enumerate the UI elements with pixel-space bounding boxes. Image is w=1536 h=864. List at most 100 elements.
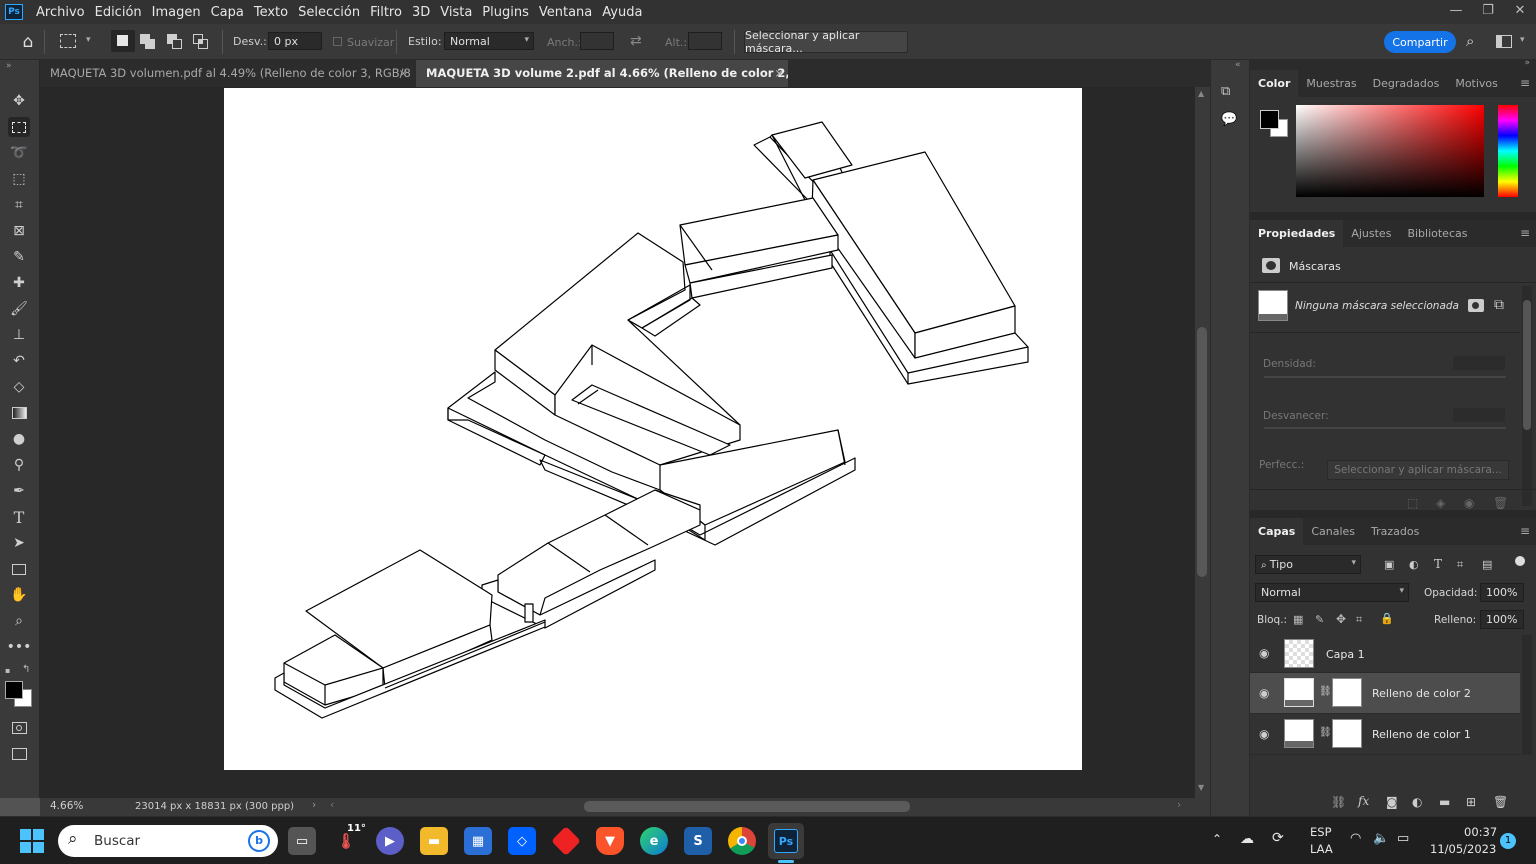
height-input[interactable] [688,32,722,50]
tab-patterns[interactable]: Motivos [1447,70,1506,97]
add-mask-icon[interactable]: ◙ [1386,795,1398,809]
frame-icon[interactable]: ⊠ [8,221,30,241]
menu-ventana[interactable]: Ventana [534,5,597,20]
panel-menu-icon[interactable]: ≡ [1520,226,1530,240]
stamp-icon[interactable]: ⊥ [8,325,30,345]
crop-icon[interactable]: ⌗ [8,195,30,215]
hand-icon[interactable]: ✋ [8,585,30,605]
dodge-icon[interactable]: ⚲ [8,455,30,475]
workspace-icon[interactable] [1496,35,1512,48]
tab-swatches[interactable]: Muestras [1298,70,1364,97]
sync-icon[interactable]: ⟳ [1272,830,1284,846]
teams-chat-icon[interactable]: ▶ [376,827,404,855]
select-and-mask-button[interactable]: Seleccionar y aplicar máscara... [744,29,908,55]
eye-icon[interactable]: ◉ [1259,686,1269,700]
blend-mode-select[interactable]: Normal ▾ [1255,583,1409,602]
tab-color[interactable]: Color [1250,70,1299,97]
trash-icon[interactable]: 🗑 [1493,496,1508,510]
fill-input[interactable]: 100% [1480,610,1524,629]
add-vector-mask-icon[interactable]: ⧉ [1494,297,1504,313]
home-icon[interactable]: ⌂ [18,32,38,52]
mask-thumbnail[interactable] [1332,678,1362,707]
brush-icon[interactable]: 🖌 [8,299,30,319]
close-icon[interactable]: ✕ [1504,0,1536,24]
layer-filter-select[interactable]: ⌕ Tipo ▾ [1255,555,1361,574]
path-select-icon[interactable]: ➤ [8,533,30,553]
collapse-icon[interactable]: » [1524,58,1530,68]
pen-icon[interactable]: ✒ [8,481,30,501]
link-layers-icon[interactable]: ⛓ [1331,795,1346,809]
visibility-icon[interactable]: ◉ [1464,496,1474,510]
restore-icon[interactable]: ❐ [1472,0,1504,24]
add-selection-icon[interactable] [140,34,156,50]
sketchup-icon[interactable]: S [684,827,712,855]
foreground-color-swatch[interactable] [5,681,23,699]
menu-capa[interactable]: Capa [206,5,249,20]
weather-icon[interactable]: 🌡 11° [332,823,365,855]
swap-colors-icon[interactable]: ↰ [22,664,30,675]
tab-layers[interactable]: Capas [1250,518,1304,545]
dropbox-icon[interactable]: ◇ [508,827,536,855]
layer-row[interactable]: ◉ Capa 1 [1250,635,1520,673]
taskbar-search[interactable]: ⌕ Buscar b [58,825,278,857]
menu-archivo[interactable]: Archivo [31,5,90,20]
file-explorer-icon[interactable]: ▬ [420,827,448,855]
taskbar-photoshop-active[interactable]: Ps [768,823,804,859]
brave-icon[interactable]: ▼ [596,827,624,855]
tab-document-1[interactable]: MAQUETA 3D volumen.pdf al 4.49% (Relleno… [40,60,412,87]
scroll-down-icon[interactable]: ▼ [1198,783,1204,792]
layer-row[interactable]: ◉ ⛓ Relleno de color 1 [1250,714,1520,755]
object-select-icon[interactable]: ⬚ [8,169,30,189]
tab-libraries[interactable]: Bibliotecas [1399,220,1475,247]
chrome-icon[interactable] [728,827,756,855]
share-button[interactable]: Compartir [1384,31,1456,53]
mask-thumbnail[interactable] [1332,719,1362,748]
intersect-selection-icon[interactable] [193,34,209,50]
scroll-right-icon[interactable]: › [1177,799,1181,811]
close-icon[interactable]: × [398,60,408,87]
menu-ayuda[interactable]: Ayuda [597,5,647,20]
volume-icon[interactable]: 🔈 [1373,831,1389,846]
tab-adjustments[interactable]: Ajustes [1343,220,1399,247]
new-group-icon[interactable]: ▬ [1439,795,1450,809]
layers-scrollbar[interactable] [1522,635,1532,755]
lock-pixels-icon[interactable]: ✎ [1315,613,1324,626]
gradient-icon[interactable] [8,403,30,423]
anydesk-icon[interactable] [551,826,581,856]
search-icon[interactable]: ⌕ [1466,32,1474,50]
panel-menu-icon[interactable]: ≡ [1520,76,1530,90]
blur-icon[interactable]: ● [8,429,30,449]
filter-type-icon[interactable]: T [1434,557,1442,571]
tab-channels[interactable]: Canales [1303,518,1363,545]
panel-menu-icon[interactable]: ≡ [1520,524,1530,538]
feather-slider[interactable] [1264,427,1506,429]
wifi-icon[interactable]: ◠ [1350,831,1361,846]
default-colors-icon[interactable]: ▪ [5,666,10,675]
menu-texto[interactable]: Texto [249,5,293,20]
tab-properties[interactable]: Propiedades [1250,220,1344,247]
eyedropper-icon[interactable]: ✎ [8,247,30,267]
lasso-icon[interactable]: ➰ [8,143,30,163]
quick-mask-icon[interactable] [8,718,30,738]
zoom-icon[interactable]: ⌕ [8,611,30,631]
menu-3d[interactable]: 3D [407,5,435,20]
color-picker-field[interactable] [1296,105,1484,197]
screen-mode-icon[interactable] [8,744,30,764]
scroll-up-icon[interactable]: ▲ [1198,89,1204,98]
notification-badge[interactable]: 1 [1500,833,1516,849]
eye-icon[interactable]: ◉ [1259,727,1269,741]
scroll-left-icon[interactable]: ‹ [330,799,334,811]
eye-icon[interactable]: ◉ [1259,646,1269,660]
fx-icon[interactable]: fx [1358,794,1369,808]
menu-filtro[interactable]: Filtro [365,5,407,20]
marquee-icon[interactable] [8,117,30,137]
filter-pixel-icon[interactable]: ▣ [1384,558,1394,571]
new-layer-icon[interactable]: ⊞ [1466,795,1476,809]
marquee-tool-icon[interactable] [60,34,76,48]
hue-slider[interactable] [1498,105,1518,197]
history-brush-icon[interactable]: ↶ [8,351,30,371]
link-icon[interactable]: ⛓ [1319,686,1332,697]
tab-paths[interactable]: Trazados [1363,518,1427,545]
new-selection-button[interactable] [111,30,135,52]
collapse-icon[interactable]: « [1235,60,1241,70]
